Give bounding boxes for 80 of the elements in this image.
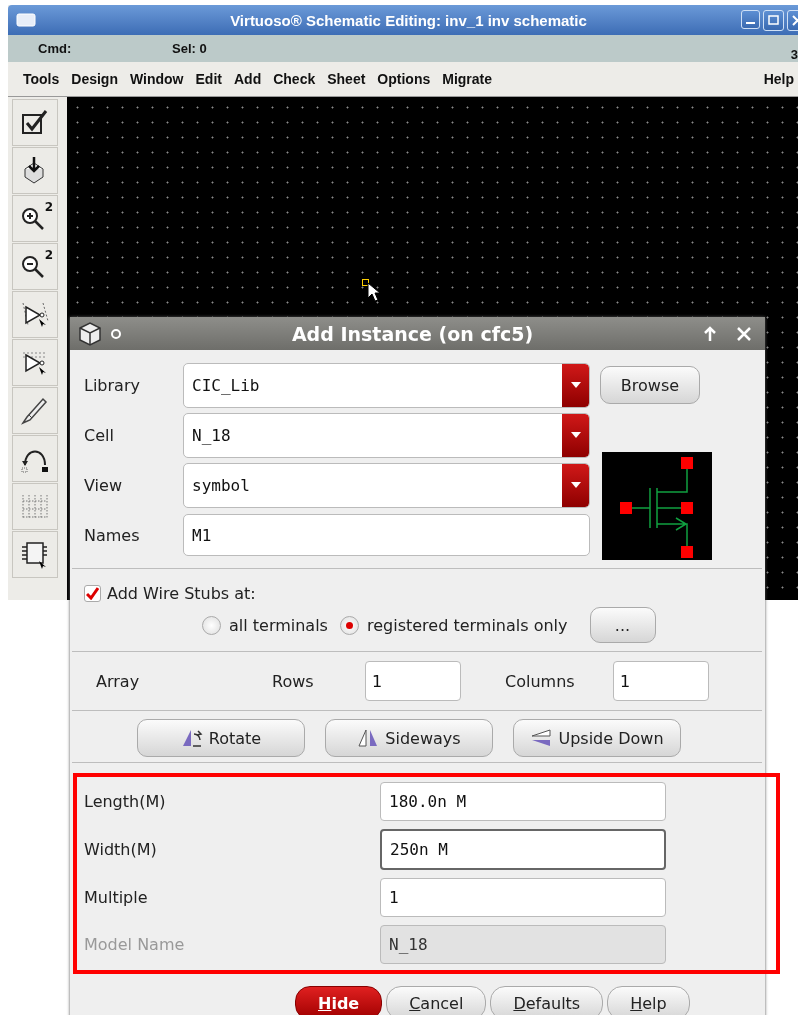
- field-label: Rows: [272, 671, 315, 691]
- flip-icon: [530, 728, 553, 748]
- array-label: Array: [95, 671, 141, 691]
- selection-count: Sel: 0: [172, 41, 208, 56]
- field-label: Multiple: [84, 888, 149, 907]
- transform-button[interactable]: Rotate: [137, 719, 305, 757]
- dropdown-button[interactable]: [562, 363, 589, 407]
- tool-button[interactable]: [12, 99, 58, 146]
- tool-button[interactable]: [12, 291, 58, 338]
- transform-button[interactable]: Upside Down: [513, 719, 681, 757]
- field-label: Library: [84, 375, 141, 395]
- tool-button[interactable]: 2: [12, 243, 58, 290]
- status-text: 3: [790, 46, 798, 62]
- field-label: View: [84, 475, 123, 495]
- field-label: Width(M): [84, 840, 158, 859]
- tool-button[interactable]: [12, 147, 58, 194]
- dialog-title: Add Instance (on cfc5): [290, 322, 535, 345]
- tool-button[interactable]: [12, 339, 58, 386]
- radio-option[interactable]: registered terminals only: [339, 615, 568, 635]
- menu-item[interactable]: Sheet: [327, 71, 366, 87]
- radio-option[interactable]: all terminals: [202, 615, 328, 635]
- browse-button[interactable]: Browse: [600, 366, 700, 404]
- mirror-icon: [357, 728, 380, 748]
- zoom-factor: 2: [44, 248, 53, 262]
- mouse-cursor-icon: [367, 282, 381, 302]
- dialog-button[interactable]: Help: [607, 986, 690, 1015]
- menu-item[interactable]: Options: [377, 71, 431, 87]
- field-label: Cell: [84, 425, 115, 445]
- tool-button[interactable]: [12, 531, 58, 578]
- dialog-button[interactable]: Defaults: [490, 986, 604, 1015]
- close-icon: [735, 324, 753, 343]
- menu-item[interactable]: Help: [763, 71, 794, 87]
- text-field[interactable]: 1: [380, 878, 666, 917]
- field-label: Model Name: [84, 935, 186, 954]
- dropdown-button[interactable]: [562, 463, 589, 507]
- text-field[interactable]: M1: [183, 514, 590, 556]
- text-field: N_18: [380, 925, 666, 964]
- text-field[interactable]: 250n M: [380, 829, 666, 870]
- menu-item[interactable]: Window: [130, 71, 184, 87]
- dialog-button[interactable]: Cancel: [386, 986, 487, 1015]
- combo-box[interactable]: CIC_Lib: [183, 362, 590, 408]
- zoom-factor: 2: [44, 200, 53, 214]
- maximize-button[interactable]: [763, 9, 784, 31]
- cube-icon: [76, 319, 104, 348]
- menu-item[interactable]: Design: [71, 71, 118, 87]
- close-button[interactable]: [735, 324, 753, 343]
- field-label: Columns: [505, 671, 576, 691]
- menu-item[interactable]: Check: [273, 71, 316, 87]
- window-menu-icon: [16, 13, 36, 27]
- transform-button[interactable]: Sideways: [325, 719, 493, 757]
- tool-button[interactable]: [12, 387, 58, 434]
- checkmark-icon: [86, 587, 99, 600]
- rotate-icon: [180, 728, 203, 748]
- command-label: Cmd:: [38, 41, 73, 56]
- menu-item[interactable]: Migrate: [442, 71, 493, 87]
- checkbox[interactable]: [84, 585, 101, 602]
- circle-icon: [110, 327, 122, 340]
- caret-icon: [569, 431, 582, 439]
- window-title: Virtuoso® Schematic Editing: inv_1 inv schematic: [229, 11, 588, 29]
- menu-item[interactable]: Edit: [195, 71, 222, 87]
- caret-icon: [569, 481, 582, 489]
- field-label: Names: [84, 525, 141, 545]
- field-label: Length(M): [84, 792, 167, 811]
- tool-button[interactable]: [12, 435, 58, 482]
- rows-field[interactable]: 1: [365, 661, 461, 701]
- minimize-button[interactable]: [741, 9, 760, 29]
- menu-item[interactable]: Tools: [23, 71, 60, 87]
- columns-field[interactable]: 1: [613, 661, 709, 701]
- checkbox-label: Add Wire Stubs at:: [107, 584, 256, 603]
- menu-item[interactable]: Add: [233, 71, 262, 87]
- caret-icon: [569, 381, 582, 389]
- tool-button[interactable]: 2: [12, 195, 58, 242]
- text-field[interactable]: 180.0n M: [380, 782, 666, 821]
- dialog-button[interactable]: Hide: [295, 986, 383, 1015]
- more-button[interactable]: ...: [589, 607, 656, 643]
- minimize-icon: [746, 21, 755, 24]
- combo-box[interactable]: N_18: [183, 412, 590, 458]
- up-arrow-icon: [703, 325, 717, 342]
- dropdown-button[interactable]: [562, 413, 589, 457]
- combo-box[interactable]: symbol: [183, 462, 590, 508]
